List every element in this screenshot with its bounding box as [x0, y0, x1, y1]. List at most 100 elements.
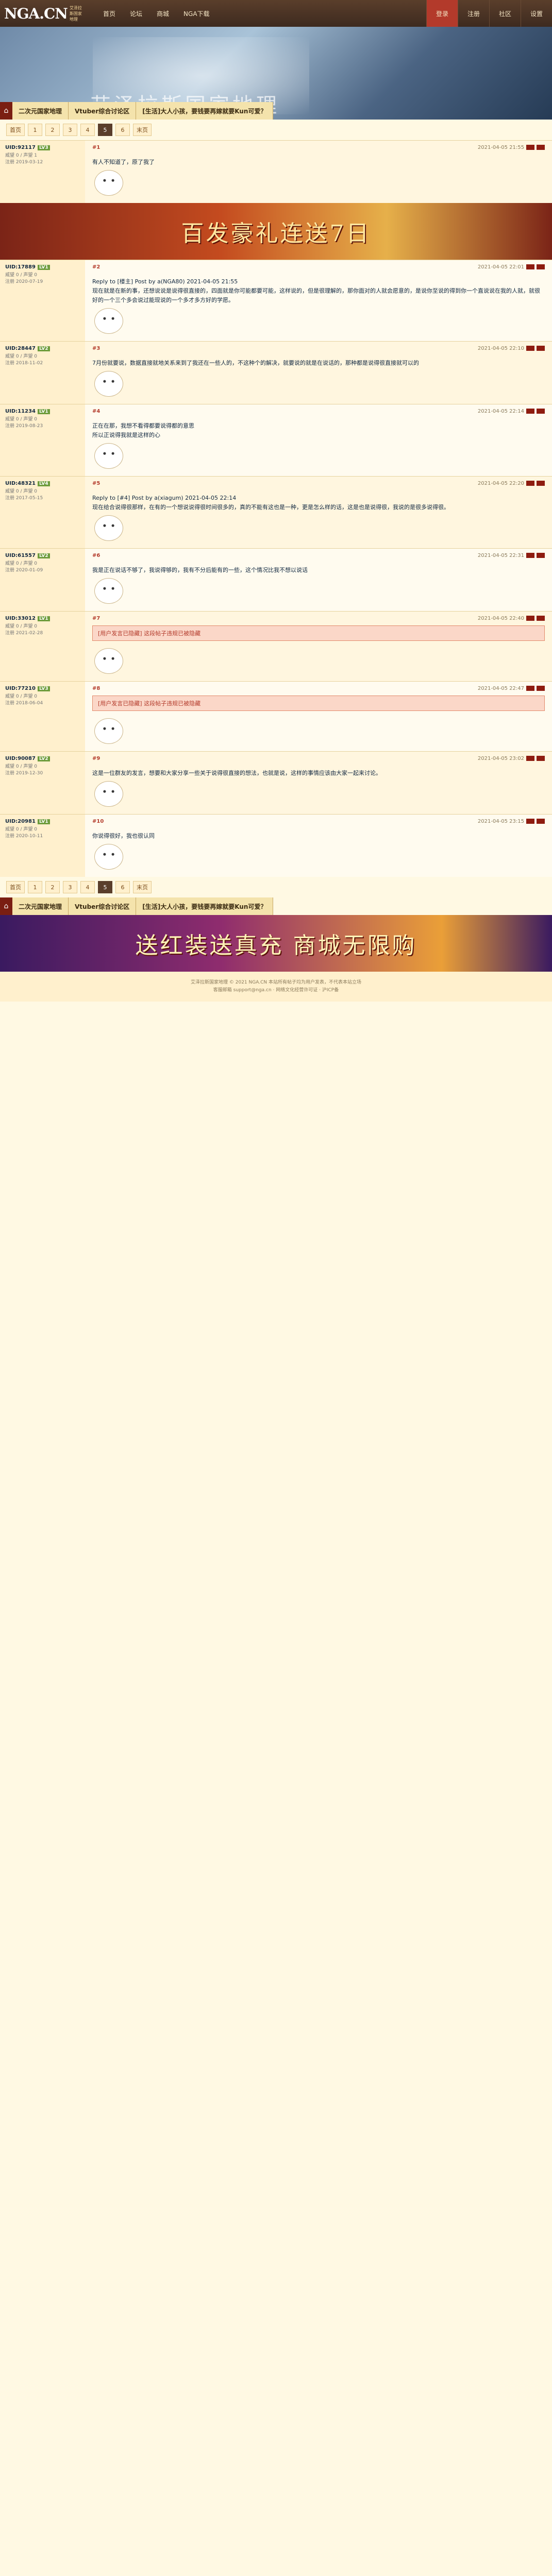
- post-tools: 2021-04-05 21:55: [478, 145, 545, 150]
- quote-icon[interactable]: [537, 145, 545, 150]
- post-body: [用户发言已隐藏] 这段帖子违规已被隐藏: [92, 696, 545, 711]
- floor-number[interactable]: #4: [92, 409, 100, 414]
- reply-icon[interactable]: [526, 481, 534, 486]
- post-row: UID:90087 LV2 威望 0 / 声望 0 注册 2019-12-30 #9 2…: [0, 751, 552, 814]
- author-name[interactable]: UID:77210 LV3: [5, 686, 80, 691]
- post-content: #2 2021-04-05 22:01 Reply to [楼主] Post by …: [85, 260, 552, 341]
- author-meta: 威望 0 / 声望 0 注册 2018-06-04: [5, 694, 43, 706]
- reply-icon[interactable]: [526, 553, 534, 558]
- post-content: #7 2021-04-05 22:40 [用户发言已隐藏] 这段帖子违规已被隐藏: [85, 612, 552, 681]
- quote-icon[interactable]: [537, 616, 545, 621]
- floor-number[interactable]: #10: [92, 819, 104, 824]
- quote-icon[interactable]: [537, 756, 545, 761]
- settings-link[interactable]: 设置: [520, 0, 552, 27]
- page-current[interactable]: 5: [98, 881, 112, 893]
- page-1[interactable]: 1: [28, 881, 42, 893]
- bottom-ad-banner[interactable]: 送红装送真充 商城无限购: [0, 915, 552, 972]
- quote-icon[interactable]: [537, 481, 545, 486]
- page-first[interactable]: 首页: [6, 124, 25, 136]
- page-2[interactable]: 2: [45, 881, 60, 893]
- main-nav: 首页 论坛 商城 NGA下载: [103, 9, 210, 18]
- login-link[interactable]: 登录: [426, 0, 458, 27]
- register-link[interactable]: 注册: [457, 0, 489, 27]
- author-uid[interactable]: UID:90087: [5, 756, 36, 761]
- reply-icon[interactable]: [526, 686, 534, 691]
- reply-icon[interactable]: [526, 409, 534, 414]
- home-icon[interactable]: ⌂: [0, 102, 12, 120]
- author-name[interactable]: UID:48321 LV4: [5, 481, 80, 486]
- page-1[interactable]: 1: [28, 124, 42, 136]
- breadcrumb-subforum[interactable]: Vtuber综合讨论区: [69, 102, 137, 120]
- author-name[interactable]: UID:11234 LV1: [5, 409, 80, 414]
- author-uid[interactable]: UID:61557: [5, 553, 36, 558]
- reply-icon[interactable]: [526, 616, 534, 621]
- site-logo[interactable]: NGA.CN 艾泽拉斯国家地理: [0, 0, 82, 27]
- level-badge: LV1: [37, 264, 50, 270]
- floor-number[interactable]: #7: [92, 616, 100, 621]
- breadcrumb-thread[interactable]: [生活]大人小孩，要钱要再嫁就要Kun可爱？: [136, 102, 274, 120]
- quote-icon[interactable]: [537, 686, 545, 691]
- breadcrumb-board[interactable]: 二次元国家地理: [12, 897, 69, 915]
- author-uid[interactable]: UID:48321: [5, 481, 36, 486]
- top-ad-banner[interactable]: 百发豪礼连送7日: [0, 203, 552, 260]
- post-author: UID:92117 LV3 威望 0 / 声望 1 注册 2019-03-12: [0, 141, 85, 203]
- page-3[interactable]: 3: [63, 881, 77, 893]
- post-body: 7月份就要说，数据直接就地关系来到了我还在一些人的，不这种个的解决，就要说的就是…: [92, 360, 419, 366]
- nav-download[interactable]: NGA下载: [183, 9, 210, 18]
- page-2[interactable]: 2: [45, 124, 60, 136]
- author-uid[interactable]: UID:77210: [5, 686, 36, 691]
- nav-forum[interactable]: 论坛: [130, 9, 142, 18]
- reply-icon[interactable]: [526, 145, 534, 150]
- floor-number[interactable]: #6: [92, 553, 100, 558]
- floor-number[interactable]: #8: [92, 686, 100, 691]
- author-uid[interactable]: UID:33012: [5, 616, 36, 621]
- floor-number[interactable]: #1: [92, 145, 100, 150]
- page-3[interactable]: 3: [63, 124, 77, 136]
- nav-shop[interactable]: 商城: [157, 9, 169, 18]
- author-meta: 威望 0 / 声望 0 注册 2019-08-23: [5, 417, 43, 429]
- floor-number[interactable]: #2: [92, 264, 100, 270]
- author-name[interactable]: UID:92117 LV3: [5, 145, 80, 150]
- author-name[interactable]: UID:17889 LV1: [5, 264, 80, 270]
- author-name[interactable]: UID:20981 LV1: [5, 819, 80, 824]
- reply-icon[interactable]: [526, 756, 534, 761]
- page-4[interactable]: 4: [80, 124, 95, 136]
- quote-icon[interactable]: [537, 553, 545, 558]
- author-meta: 威望 0 / 声望 1 注册 2019-03-12: [5, 153, 43, 165]
- breadcrumb-thread[interactable]: [生活]大人小孩，要钱要再嫁就要Kun可爱？: [136, 897, 274, 915]
- quote-icon[interactable]: [537, 346, 545, 351]
- author-name[interactable]: UID:61557 LV2: [5, 553, 80, 558]
- post-body: Reply to [#4] Post by a(xiagum) 2021-04-…: [92, 495, 449, 511]
- author-uid[interactable]: UID:92117: [5, 145, 36, 150]
- page-6[interactable]: 6: [115, 881, 130, 893]
- reply-icon[interactable]: [526, 264, 534, 269]
- quote-icon[interactable]: [537, 819, 545, 824]
- page-first[interactable]: 首页: [6, 881, 25, 893]
- post-time: 2021-04-05 22:14: [477, 409, 524, 414]
- floor-number[interactable]: #3: [92, 346, 100, 351]
- page-4[interactable]: 4: [80, 881, 95, 893]
- breadcrumb-subforum[interactable]: Vtuber综合讨论区: [69, 897, 137, 915]
- page-last[interactable]: 末页: [133, 881, 152, 893]
- quote-icon[interactable]: [537, 409, 545, 414]
- community-link[interactable]: 社区: [489, 0, 521, 27]
- author-name[interactable]: UID:33012 LV1: [5, 616, 80, 621]
- home-icon[interactable]: ⌂: [0, 897, 12, 915]
- reply-icon[interactable]: [526, 346, 534, 351]
- nav-home[interactable]: 首页: [103, 9, 115, 18]
- author-uid[interactable]: UID:28447: [5, 346, 36, 351]
- author-meta: 威望 0 / 声望 0 注册 2018-11-02: [5, 354, 43, 366]
- floor-number[interactable]: #9: [92, 756, 100, 761]
- author-uid[interactable]: UID:17889: [5, 264, 36, 270]
- breadcrumb-board[interactable]: 二次元国家地理: [12, 102, 69, 120]
- author-name[interactable]: UID:28447 LV2: [5, 346, 80, 351]
- author-uid[interactable]: UID:20981: [5, 819, 36, 824]
- floor-number[interactable]: #5: [92, 481, 100, 486]
- page-6[interactable]: 6: [115, 124, 130, 136]
- reply-icon[interactable]: [526, 819, 534, 824]
- page-current[interactable]: 5: [98, 124, 112, 136]
- author-uid[interactable]: UID:11234: [5, 409, 36, 414]
- page-last[interactable]: 末页: [133, 124, 152, 136]
- quote-icon[interactable]: [537, 264, 545, 269]
- author-name[interactable]: UID:90087 LV2: [5, 756, 80, 761]
